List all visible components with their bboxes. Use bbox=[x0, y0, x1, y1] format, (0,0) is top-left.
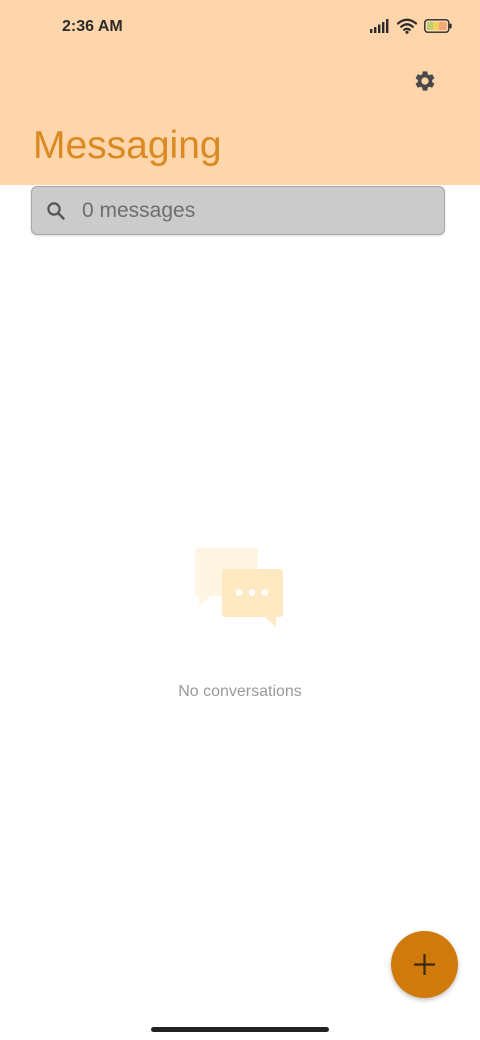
gear-icon[interactable] bbox=[413, 69, 437, 93]
chat-bubbles-icon bbox=[195, 548, 283, 627]
status-icons bbox=[370, 18, 452, 34]
search-text: 0 messages bbox=[82, 199, 196, 222]
plus-icon bbox=[414, 954, 435, 975]
search-icon bbox=[47, 202, 65, 220]
app-header: 2:36 AM Messaging bbox=[0, 0, 480, 185]
status-time: 2:36 AM bbox=[62, 18, 123, 35]
battery-icon bbox=[424, 19, 452, 33]
wifi-icon bbox=[397, 18, 417, 34]
empty-state-text: No conversations bbox=[178, 683, 302, 700]
home-indicator[interactable] bbox=[151, 1027, 329, 1032]
page-title: Messaging bbox=[33, 124, 222, 167]
search-bar[interactable]: 0 messages bbox=[31, 186, 445, 235]
signal-icon bbox=[370, 19, 389, 33]
new-conversation-button[interactable] bbox=[391, 931, 458, 998]
